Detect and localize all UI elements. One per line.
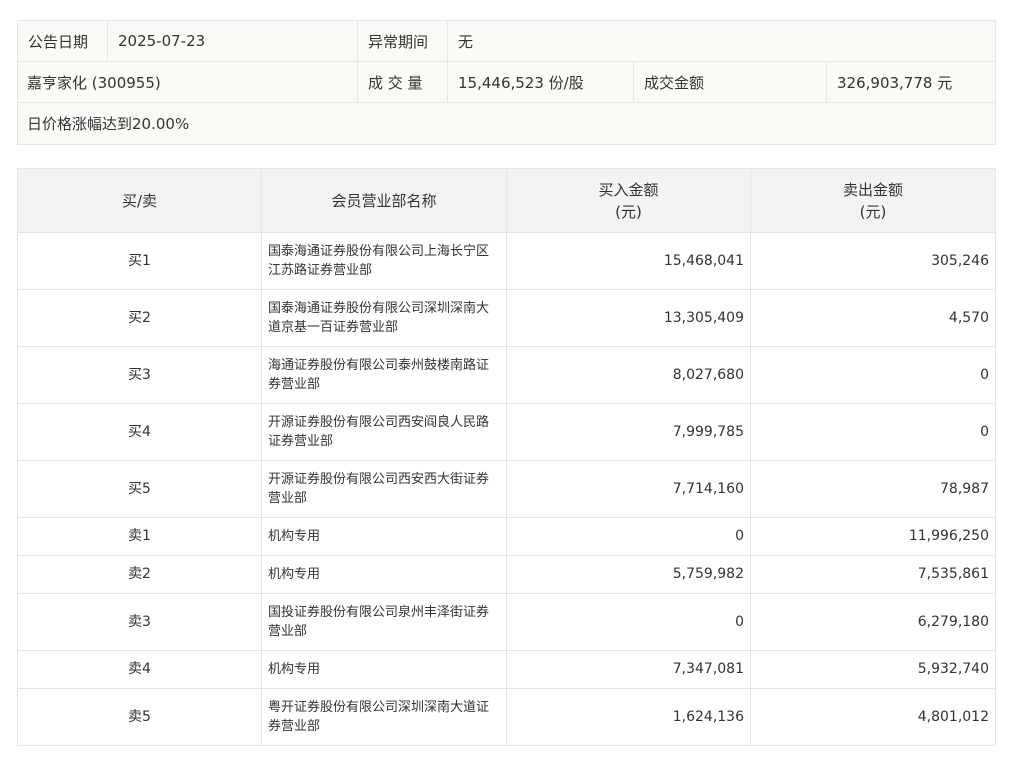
summary-row-trade: 嘉亨家化 (300955) 成 交 量 15,446,523 份/股 成交金额 … [17,61,996,103]
table-row: 买2 国泰海通证券股份有限公司深圳深南大道京基一百证券营业部 13,305,40… [17,289,996,347]
abnormal-period-label: 异常期间 [357,20,448,62]
header-broker-name: 会员营业部名称 [261,168,507,233]
header-sell-amount: 卖出金额 (元) [750,168,996,233]
row-side: 买1 [17,232,262,290]
table-row: 卖3 国投证券股份有限公司泉州丰泽街证券营业部 0 6,279,180 [17,593,996,651]
row-buy-amount: 13,305,409 [506,289,751,347]
table-row: 卖1 机构专用 0 11,996,250 [17,517,996,556]
row-broker-name: 机构专用 [261,555,507,594]
row-broker-name: 国泰海通证券股份有限公司深圳深南大道京基一百证券营业部 [261,289,507,347]
broker-trade-table: 买/卖 会员营业部名称 买入金额 (元) 卖出金额 (元) 买1 国泰海通证券股份有… [17,168,996,746]
row-side: 买5 [17,460,262,518]
row-sell-amount: 7,535,861 [750,555,996,594]
summary-row-reason: 日价格涨幅达到20.00% [17,102,996,145]
row-side: 卖4 [17,650,262,689]
row-side: 卖5 [17,688,262,746]
header-sell-amount-unit: (元) [859,202,887,221]
row-buy-amount: 7,714,160 [506,460,751,518]
amount-label: 成交金额 [633,61,827,103]
amount-value: 326,903,778 元 [826,61,996,103]
table-header-row: 买/卖 会员营业部名称 买入金额 (元) 卖出金额 (元) [17,168,996,233]
row-sell-amount: 305,246 [750,232,996,290]
announce-date-value: 2025-07-23 [107,20,358,62]
listing-reason: 日价格涨幅达到20.00% [17,102,996,145]
row-sell-amount: 11,996,250 [750,517,996,556]
row-broker-name: 国投证券股份有限公司泉州丰泽街证券营业部 [261,593,507,651]
row-side: 买2 [17,289,262,347]
row-broker-name: 国泰海通证券股份有限公司上海长宁区江苏路证券营业部 [261,232,507,290]
summary-row-date: 公告日期 2025-07-23 异常期间 无 [17,20,996,62]
row-buy-amount: 0 [506,517,751,556]
announce-date-label: 公告日期 [17,20,108,62]
volume-label: 成 交 量 [357,61,448,103]
row-broker-name: 粤开证券股份有限公司深圳深南大道证券营业部 [261,688,507,746]
row-side: 卖1 [17,517,262,556]
row-buy-amount: 5,759,982 [506,555,751,594]
row-sell-amount: 0 [750,346,996,404]
volume-value: 15,446,523 份/股 [447,61,634,103]
row-broker-name: 机构专用 [261,650,507,689]
row-side: 卖3 [17,593,262,651]
row-sell-amount: 4,801,012 [750,688,996,746]
row-buy-amount: 7,999,785 [506,403,751,461]
table-row: 买3 海通证券股份有限公司泰州鼓楼南路证券营业部 8,027,680 0 [17,346,996,404]
row-sell-amount: 0 [750,403,996,461]
stock-name-code: 嘉亨家化 (300955) [17,61,358,103]
row-sell-amount: 78,987 [750,460,996,518]
row-broker-name: 机构专用 [261,517,507,556]
table-row: 买5 开源证券股份有限公司西安西大街证券营业部 7,714,160 78,987 [17,460,996,518]
row-buy-amount: 8,027,680 [506,346,751,404]
table-row: 卖5 粤开证券股份有限公司深圳深南大道证券营业部 1,624,136 4,801… [17,688,996,746]
header-buy-amount-unit: (元) [615,202,642,221]
stock-summary-table: 公告日期 2025-07-23 异常期间 无 嘉亨家化 (300955) 成 交… [17,20,996,145]
row-broker-name: 海通证券股份有限公司泰州鼓楼南路证券营业部 [261,346,507,404]
row-sell-amount: 6,279,180 [750,593,996,651]
table-row: 卖4 机构专用 7,347,081 5,932,740 [17,650,996,689]
header-buy-amount-label: 买入金额 [598,180,659,199]
abnormal-period-value: 无 [447,20,996,62]
row-sell-amount: 5,932,740 [750,650,996,689]
row-broker-name: 开源证券股份有限公司西安阎良人民路证券营业部 [261,403,507,461]
header-side: 买/卖 [17,168,262,233]
row-side: 卖2 [17,555,262,594]
table-row: 买4 开源证券股份有限公司西安阎良人民路证券营业部 7,999,785 0 [17,403,996,461]
row-side: 买3 [17,346,262,404]
header-sell-amount-label: 卖出金额 [842,180,903,199]
header-buy-amount: 买入金额 (元) [506,168,751,233]
table-row: 卖2 机构专用 5,759,982 7,535,861 [17,555,996,594]
row-broker-name: 开源证券股份有限公司西安西大街证券营业部 [261,460,507,518]
row-buy-amount: 15,468,041 [506,232,751,290]
row-buy-amount: 7,347,081 [506,650,751,689]
row-side: 买4 [17,403,262,461]
row-sell-amount: 4,570 [750,289,996,347]
row-buy-amount: 1,624,136 [506,688,751,746]
row-buy-amount: 0 [506,593,751,651]
table-row: 买1 国泰海通证券股份有限公司上海长宁区江苏路证券营业部 15,468,041 … [17,232,996,290]
